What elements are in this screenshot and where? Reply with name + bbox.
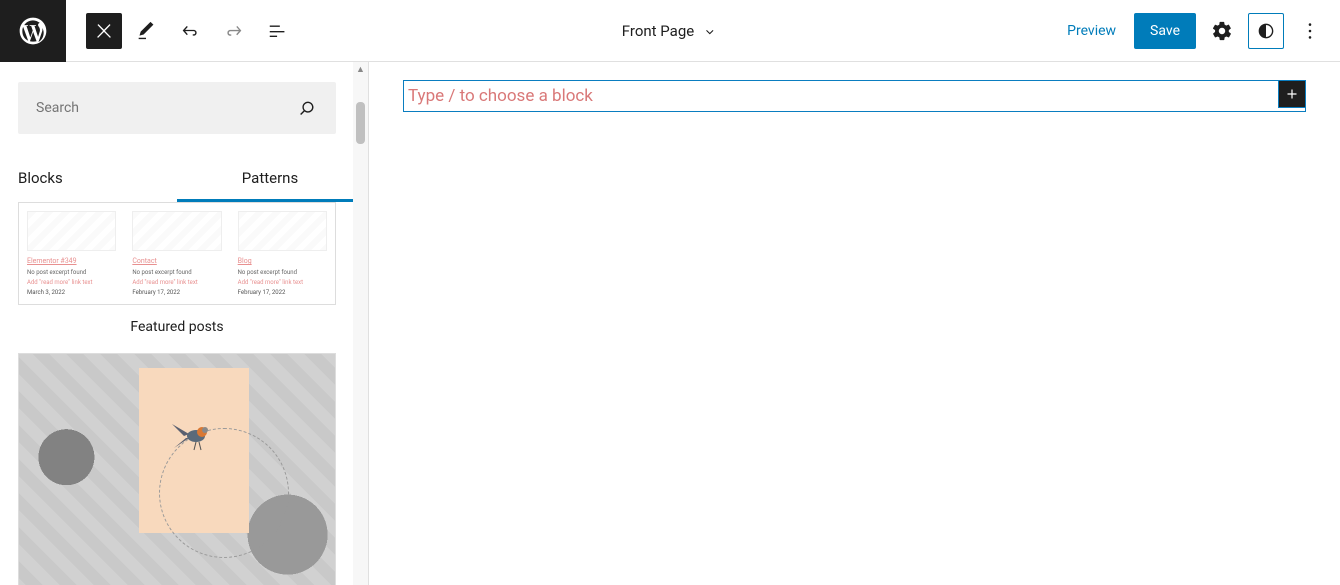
styles-icon xyxy=(1255,20,1277,42)
redo-button[interactable] xyxy=(214,11,254,51)
top-toolbar: Front Page Preview Save xyxy=(0,0,1340,62)
pattern-preview-featured-posts[interactable]: Elementor #349 No post excerpt found Add… xyxy=(18,202,336,305)
list-view-button[interactable] xyxy=(258,11,298,51)
redo-icon xyxy=(223,20,245,42)
undo-icon xyxy=(179,20,201,42)
gear-icon xyxy=(1211,20,1233,42)
pattern-label: Featured posts xyxy=(18,305,336,353)
pattern-post-excerpt: No post excerpt found xyxy=(238,269,327,276)
document-title[interactable]: Front Page xyxy=(622,22,718,40)
toolbar-right-group: Preview Save xyxy=(1055,11,1340,51)
patterns-list: Elementor #349 No post excerpt found Add… xyxy=(0,202,354,585)
scrollbar-up-arrow-icon[interactable]: ▲ xyxy=(353,62,368,77)
empty-block-placeholder[interactable]: Type / to choose a block xyxy=(403,80,1306,112)
close-inserter-button[interactable] xyxy=(86,13,122,49)
pattern-post-date: February 17, 2022 xyxy=(238,289,286,296)
close-icon xyxy=(93,20,115,42)
bird-icon xyxy=(164,414,224,454)
pattern-post-date: March 3, 2022 xyxy=(27,289,65,296)
pattern-readmore: Add "read more" link text xyxy=(238,279,327,286)
undo-button[interactable] xyxy=(170,11,210,51)
pattern-readmore: Add "read more" link text xyxy=(132,279,221,286)
pattern-column: Blog No post excerpt found Add "read mor… xyxy=(230,211,335,296)
save-button[interactable]: Save xyxy=(1134,13,1196,49)
pattern-readmore: Add "read more" link text xyxy=(27,279,116,286)
edit-tools-button[interactable] xyxy=(126,11,166,51)
styles-button[interactable] xyxy=(1248,13,1284,49)
block-placeholder-text: Type / to choose a block xyxy=(408,86,593,106)
settings-button[interactable] xyxy=(1202,11,1242,51)
pattern-column: Elementor #349 No post excerpt found Add… xyxy=(19,211,124,296)
preview-button[interactable]: Preview xyxy=(1055,15,1128,47)
tab-blocks[interactable]: Blocks xyxy=(0,154,186,202)
pattern-post-title: Elementor #349 xyxy=(27,257,116,265)
block-inserter-panel: Blocks Patterns Elementor #349 No post e… xyxy=(0,62,369,585)
tab-patterns[interactable]: Patterns xyxy=(186,154,354,202)
pattern-card-overlay xyxy=(139,368,249,533)
sidebar-scrollbar-track[interactable]: ▲ xyxy=(353,62,368,585)
list-view-icon xyxy=(267,20,289,42)
pattern-post-excerpt: No post excerpt found xyxy=(132,269,221,276)
pattern-post-date: February 17, 2022 xyxy=(132,289,180,296)
more-vertical-icon xyxy=(1299,20,1321,42)
pattern-image-placeholder xyxy=(238,211,327,251)
toolbar-left-group xyxy=(66,11,298,51)
pattern-preview-divider[interactable] xyxy=(18,353,336,585)
wordpress-logo-button[interactable] xyxy=(0,0,66,62)
more-options-button[interactable] xyxy=(1290,11,1330,51)
add-block-button[interactable] xyxy=(1278,80,1306,108)
pattern-post-title: Blog xyxy=(238,257,327,265)
search-input[interactable] xyxy=(36,100,296,116)
search-box xyxy=(18,82,336,134)
pattern-post-excerpt: No post excerpt found xyxy=(27,269,116,276)
pattern-post-title: Contact xyxy=(132,257,221,265)
page-title-text: Front Page xyxy=(622,22,694,40)
pattern-image-placeholder xyxy=(27,211,116,251)
editor-canvas[interactable]: Type / to choose a block xyxy=(369,62,1340,585)
plus-icon xyxy=(1283,85,1301,103)
pattern-column: Contact No post excerpt found Add "read … xyxy=(124,211,229,296)
chevron-down-icon xyxy=(702,23,718,39)
search-icon xyxy=(296,97,318,119)
pencil-icon xyxy=(135,20,157,42)
pattern-image-placeholder xyxy=(132,211,221,251)
inserter-tabs: Blocks Patterns xyxy=(0,154,354,202)
wordpress-logo-icon xyxy=(17,15,49,47)
sidebar-scrollbar-thumb[interactable] xyxy=(356,102,365,144)
